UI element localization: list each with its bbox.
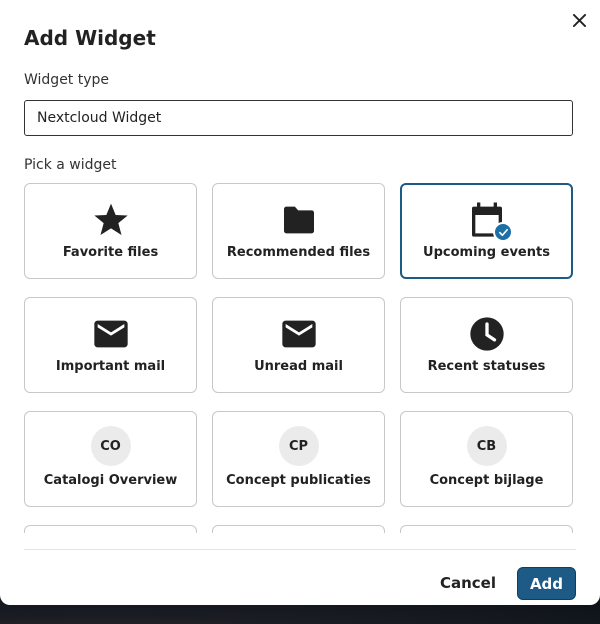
widget-grid: Favorite files Recommended files Upcomin…: [24, 183, 576, 533]
widget-type-select[interactable]: Nextcloud Widget: [24, 100, 573, 136]
widget-type-value: Nextcloud Widget: [37, 110, 162, 126]
widget-avatar: CO: [90, 426, 131, 466]
cancel-button[interactable]: Cancel: [430, 568, 506, 598]
widget-card-label: Unread mail: [254, 359, 343, 374]
widget-card-label: Recent statuses: [427, 359, 546, 374]
widget-card-upcoming-events[interactable]: Upcoming events: [400, 183, 573, 279]
widget-type-label: Widget type: [24, 72, 110, 88]
widget-card-important-mail[interactable]: Important mail: [24, 297, 197, 393]
close-icon: [572, 12, 586, 31]
widget-card-label: Upcoming events: [423, 245, 550, 260]
mail-icon: [91, 314, 131, 354]
widget-card-recommended-files[interactable]: Recommended files: [212, 183, 385, 279]
mail-icon: [279, 314, 319, 354]
add-button[interactable]: Add: [517, 567, 576, 600]
widget-avatar: CP: [278, 426, 319, 466]
widget-card-partial[interactable]: [24, 525, 197, 533]
widget-card-partial[interactable]: [400, 525, 573, 533]
widget-card-label: Concept publicaties: [226, 473, 371, 488]
widget-card-favorite-files[interactable]: Favorite files: [24, 183, 197, 279]
add-widget-dialog: Add Widget Widget type Nextcloud Widget …: [0, 0, 600, 605]
widget-card-label: Recommended files: [226, 245, 371, 260]
widget-card-concept-publicaties[interactable]: CP Concept publicaties: [212, 411, 385, 507]
selected-check-icon: [493, 222, 513, 242]
widget-card-unread-mail[interactable]: Unread mail: [212, 297, 385, 393]
dialog-title: Add Widget: [24, 26, 156, 50]
footer-divider: [24, 549, 576, 550]
close-button[interactable]: [566, 8, 592, 34]
widget-avatar: CB: [466, 426, 507, 466]
widget-card-recent-statuses[interactable]: Recent statuses: [400, 297, 573, 393]
widget-card-label: Catalogi Overview: [43, 473, 178, 488]
widget-card-concept-bijlage[interactable]: CB Concept bijlage: [400, 411, 573, 507]
clock-icon: [467, 314, 507, 354]
widget-card-label: Favorite files: [62, 245, 159, 260]
widget-card-label: Concept bijlage: [429, 473, 544, 488]
widget-card-label: Important mail: [55, 359, 166, 374]
pick-widget-label: Pick a widget: [24, 157, 117, 173]
widget-card-catalogi-overview[interactable]: CO Catalogi Overview: [24, 411, 197, 507]
folder-icon: [279, 200, 319, 240]
star-icon: [91, 200, 131, 240]
widget-card-partial[interactable]: [212, 525, 385, 533]
